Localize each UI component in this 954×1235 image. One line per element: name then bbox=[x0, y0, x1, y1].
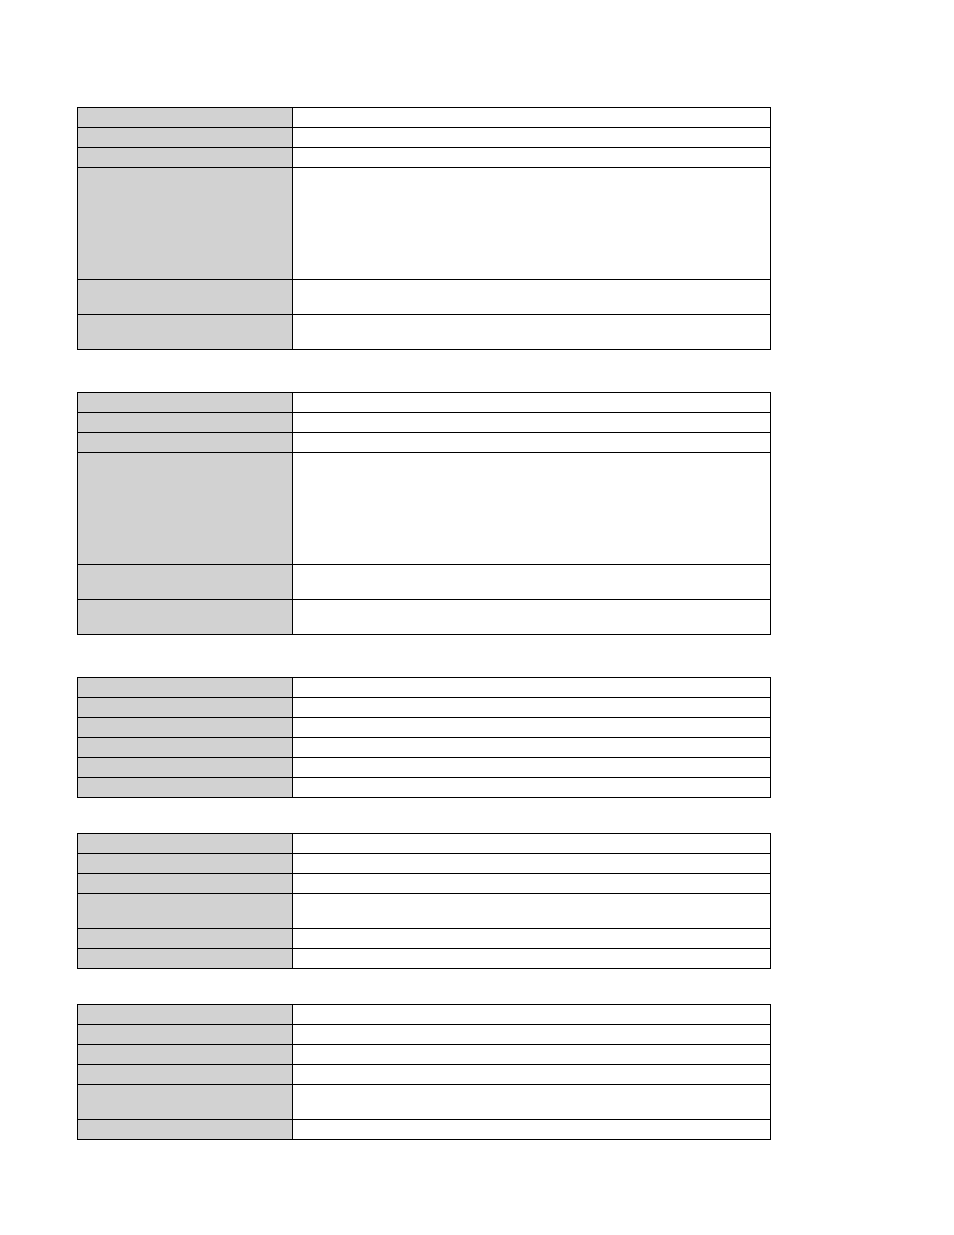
row-label bbox=[78, 894, 293, 929]
table-row bbox=[78, 413, 771, 433]
row-value bbox=[293, 1120, 771, 1140]
row-label bbox=[78, 698, 293, 718]
row-value bbox=[293, 758, 771, 778]
table-row bbox=[78, 758, 771, 778]
row-value bbox=[293, 698, 771, 718]
row-value bbox=[293, 168, 771, 280]
row-label bbox=[78, 413, 293, 433]
table-row bbox=[78, 834, 771, 854]
row-label bbox=[78, 929, 293, 949]
table-row bbox=[78, 128, 771, 148]
row-value bbox=[293, 393, 771, 413]
row-value bbox=[293, 108, 771, 128]
row-value bbox=[293, 854, 771, 874]
table-row bbox=[78, 894, 771, 929]
row-label bbox=[78, 600, 293, 635]
row-label bbox=[78, 108, 293, 128]
row-label bbox=[78, 565, 293, 600]
row-value bbox=[293, 1045, 771, 1065]
table-row bbox=[78, 1025, 771, 1045]
form-table-2 bbox=[77, 392, 771, 635]
row-value bbox=[293, 874, 771, 894]
table-row bbox=[78, 778, 771, 798]
form-table-4 bbox=[77, 833, 771, 969]
row-value bbox=[293, 565, 771, 600]
table-row bbox=[78, 453, 771, 565]
table-row bbox=[78, 1045, 771, 1065]
table-row bbox=[78, 433, 771, 453]
table-row bbox=[78, 698, 771, 718]
table-row bbox=[78, 565, 771, 600]
row-value bbox=[293, 315, 771, 350]
row-label bbox=[78, 393, 293, 413]
row-value bbox=[293, 433, 771, 453]
row-value bbox=[293, 280, 771, 315]
row-value bbox=[293, 778, 771, 798]
form-table-3 bbox=[77, 677, 771, 798]
form-table-1 bbox=[77, 107, 771, 350]
table-row bbox=[78, 738, 771, 758]
row-label bbox=[78, 738, 293, 758]
table-row bbox=[78, 1065, 771, 1085]
row-value bbox=[293, 929, 771, 949]
row-value bbox=[293, 1025, 771, 1045]
table-row bbox=[78, 108, 771, 128]
row-label bbox=[78, 718, 293, 738]
table-row bbox=[78, 1120, 771, 1140]
row-label bbox=[78, 148, 293, 168]
row-label bbox=[78, 453, 293, 565]
row-label bbox=[78, 874, 293, 894]
table-row bbox=[78, 1085, 771, 1120]
row-label bbox=[78, 1085, 293, 1120]
row-value bbox=[293, 718, 771, 738]
row-label bbox=[78, 1065, 293, 1085]
row-value bbox=[293, 738, 771, 758]
row-label bbox=[78, 1005, 293, 1025]
row-value bbox=[293, 894, 771, 929]
document-page bbox=[0, 0, 954, 1235]
table-row bbox=[78, 168, 771, 280]
row-label bbox=[78, 678, 293, 698]
row-label bbox=[78, 1120, 293, 1140]
table-row bbox=[78, 718, 771, 738]
table-row bbox=[78, 393, 771, 413]
row-value bbox=[293, 600, 771, 635]
row-value bbox=[293, 834, 771, 854]
row-label bbox=[78, 280, 293, 315]
row-label bbox=[78, 433, 293, 453]
row-value bbox=[293, 1085, 771, 1120]
row-label bbox=[78, 315, 293, 350]
row-value bbox=[293, 949, 771, 969]
form-table-5 bbox=[77, 1004, 771, 1140]
row-label bbox=[78, 949, 293, 969]
row-value bbox=[293, 128, 771, 148]
table-row bbox=[78, 949, 771, 969]
table-row bbox=[78, 1005, 771, 1025]
table-row bbox=[78, 854, 771, 874]
table-row bbox=[78, 280, 771, 315]
table-row bbox=[78, 929, 771, 949]
row-label bbox=[78, 834, 293, 854]
row-label bbox=[78, 758, 293, 778]
row-value bbox=[293, 678, 771, 698]
row-value bbox=[293, 413, 771, 433]
row-label bbox=[78, 854, 293, 874]
table-row bbox=[78, 600, 771, 635]
row-label bbox=[78, 778, 293, 798]
row-value bbox=[293, 1065, 771, 1085]
table-row bbox=[78, 148, 771, 168]
row-label bbox=[78, 1025, 293, 1045]
row-value bbox=[293, 148, 771, 168]
row-value bbox=[293, 453, 771, 565]
row-label bbox=[78, 128, 293, 148]
row-label bbox=[78, 168, 293, 280]
row-label bbox=[78, 1045, 293, 1065]
table-row bbox=[78, 678, 771, 698]
row-value bbox=[293, 1005, 771, 1025]
table-row bbox=[78, 315, 771, 350]
table-row bbox=[78, 874, 771, 894]
